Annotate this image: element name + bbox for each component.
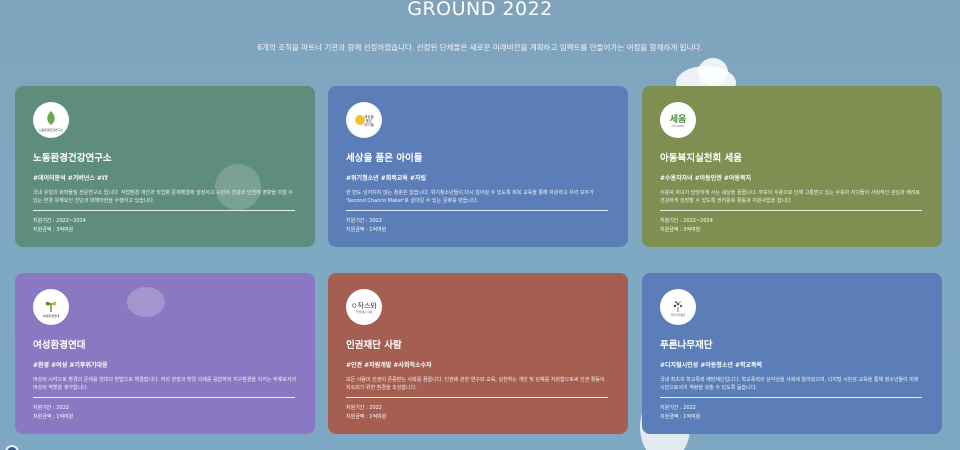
card-title: 노동환경건강연구소 — [33, 153, 112, 164]
card-title: 아동복지실천회 세움 — [660, 153, 742, 164]
svg-text:아이들: 아이들 — [364, 122, 374, 127]
svg-text:ㅇ작스와: ㅇ작스와 — [351, 301, 377, 310]
svg-text:여성환경연대: 여성환경연대 — [43, 313, 60, 318]
divider — [346, 210, 608, 211]
tree-logo-icon: 푸른나무재단 — [660, 289, 696, 325]
support-period: 지원기간 : 2022 — [346, 405, 382, 411]
org-card-sesang[interactable]: 세상을 품은 아이들 세상을 품은 아이들 #위기청소년 #회복교육 #자립 한… — [328, 86, 628, 247]
support-amount: 지원금액 : 1억여원 — [346, 227, 387, 233]
org-card-pureun-namu[interactable]: 푸른나무재단 푸른나무재단 #디지털시민성 #아동청소년 #학교폭력 국내 최초… — [642, 273, 942, 434]
org-card-seum[interactable]: 세움 CHILDREN 아동복지실천회 세움 #수용자자녀 #아동인권 #아동복… — [642, 86, 942, 247]
saram-logo-icon: ㅇ작스와 인권재단 사람 — [346, 289, 382, 325]
support-period: 지원기간 : 2022 — [33, 405, 69, 411]
support-period: 지원기간 : 2022~2024 — [33, 218, 86, 224]
support-period: 지원기간 : 2022 — [346, 218, 382, 224]
svg-text:노동환경건강연구소: 노동환경건강연구소 — [39, 127, 64, 132]
card-title: 여성환경연대 — [33, 340, 86, 351]
card-title: 세상을 품은 아이들 — [346, 153, 423, 164]
support-period: 지원기간 : 2022~2024 — [660, 218, 713, 224]
card-description: 한 번도 넘어지지 않는 청춘은 없습니다. 위기청소년들이 다시 일어설 수 … — [346, 190, 594, 204]
cloud-decoration — [698, 58, 728, 86]
svg-text:세움: 세움 — [670, 113, 687, 125]
page-subtitle: 6개의 조직을 파트너 기관과 함께 선정하였습니다. 선정된 단체들은 새로운… — [257, 43, 703, 52]
support-amount: 지원금액 : 1억여원 — [346, 414, 387, 420]
svg-text:CHILDREN: CHILDREN — [672, 124, 685, 128]
card-description: 국내 최초의 학교폭력 예방재단입니다. 학교폭력의 심각성을 사회에 알려왔으… — [660, 377, 919, 391]
card-title: 푸른나무재단 — [660, 340, 713, 351]
divider — [660, 397, 922, 398]
page-title: GROUND 2022 — [407, 0, 553, 20]
card-tags: #인권 #자원개발 #사회적소수자 — [346, 362, 432, 369]
card-tags: #위기청소년 #회복교육 #자립 — [346, 175, 426, 182]
seum-logo-icon: 세움 CHILDREN — [660, 102, 696, 138]
svg-text:인권재단 사람: 인권재단 사람 — [356, 310, 373, 314]
leaf-logo-icon: 노동환경건강연구소 — [33, 102, 69, 138]
card-tags: #수용자자녀 #아동인권 #아동복지 — [660, 175, 752, 182]
card-description: 모든 사람이 인권이 존중받는 사회를 꿈꿉니다. 인권에 관한 연구와 교육,… — [346, 377, 605, 391]
divider — [346, 397, 608, 398]
floating-button[interactable] — [5, 445, 19, 450]
org-card-saram[interactable]: ㅇ작스와 인권재단 사람 인권재단 사람 #인권 #자원개발 #사회적소수자 모… — [328, 273, 628, 434]
card-title: 인권재단 사람 — [346, 340, 402, 351]
card-tags: #환경 #여성 #기후위기대응 — [33, 362, 108, 369]
card-description: 수용자 자녀가 당당하게 사는 세상을 꿈꿉니다. 부모의 수용으로 인해 고통… — [660, 190, 921, 204]
support-amount: 지원금액 : 3억여원 — [33, 227, 74, 233]
divider — [33, 397, 295, 398]
support-amount: 지원금액 : 3억여원 — [660, 227, 701, 233]
divider — [660, 210, 922, 211]
bubble-decoration — [127, 287, 165, 317]
bubble-decoration — [215, 164, 261, 210]
svg-text:푸른나무재단: 푸른나무재단 — [671, 313, 686, 317]
sprout-logo-icon: 여성환경연대 — [33, 289, 69, 325]
card-tags: #디지털시민성 #아동청소년 #학교폭력 — [660, 362, 763, 369]
sun-logo-icon: 세상을 품은 아이들 — [346, 102, 382, 138]
card-description: 여성의 시각으로 환경의 문제를 연대의 방법으로 해결합니다. 여성 관점과 … — [33, 377, 297, 391]
divider — [33, 210, 295, 211]
org-card-noh-dong[interactable]: 노동환경건강연구소 노동환경건강연구소 #데이터분석 #거버넌스 #IT 국내 … — [15, 86, 315, 247]
support-amount: 지원금액 : 1억여원 — [660, 414, 701, 420]
org-card-yeoseong[interactable]: 여성환경연대 여성환경연대 #환경 #여성 #기후위기대응 여성의 시각으로 환… — [15, 273, 315, 434]
support-period: 지원기간 : 2022 — [660, 405, 696, 411]
support-amount: 지원금액 : 1억여원 — [33, 414, 74, 420]
